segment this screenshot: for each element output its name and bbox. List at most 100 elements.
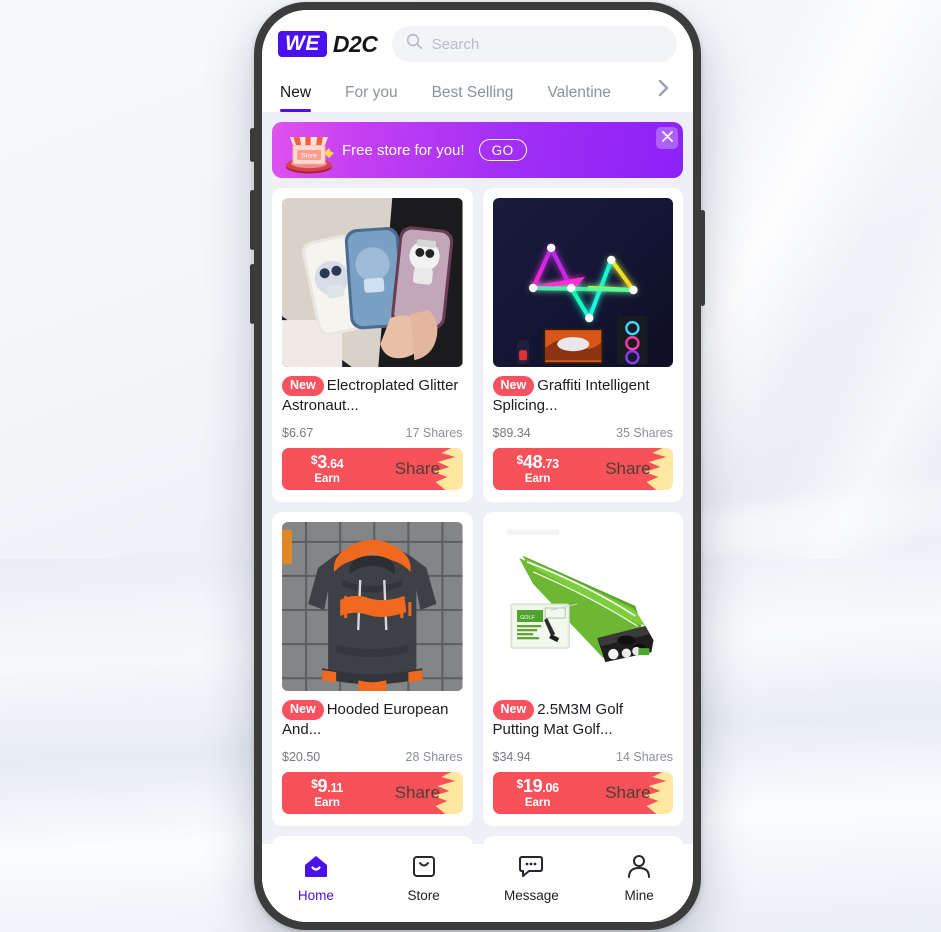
chevron-right-icon	[658, 79, 670, 102]
earn-cents: .64	[326, 457, 344, 471]
nav-item-store[interactable]: Store	[370, 854, 478, 903]
phone-volume-down-button	[250, 264, 255, 324]
nav-item-mine[interactable]: Mine	[585, 854, 693, 903]
store-bag-icon	[411, 854, 437, 883]
product-shares: 28 Shares	[405, 750, 463, 764]
product-image-golf-mat: GOLF	[492, 522, 673, 691]
product-shares: 35 Shares	[616, 426, 673, 440]
logo-text-d2c: D2C	[332, 30, 378, 57]
product-title: New Hooded European And...	[282, 700, 463, 741]
earn-share-button[interactable]: $9.11 Earn Share	[282, 772, 463, 814]
phone-silent-switch	[250, 128, 255, 162]
svg-text:Store: Store	[301, 153, 317, 160]
svg-text:GOLF: GOLF	[520, 615, 535, 621]
tab-valentine[interactable]: Valentine	[530, 84, 627, 112]
product-shares: 17 Shares	[405, 426, 463, 440]
product-image-phone-cases	[282, 198, 463, 367]
nav-label: Home	[297, 888, 334, 903]
earn-share-button[interactable]: $3.64 Earn Share	[282, 448, 463, 490]
earn-whole: 9	[317, 776, 328, 796]
promo-text: Free store for you!	[342, 141, 465, 159]
earn-share-button[interactable]: $19.06 Earn Share	[492, 772, 673, 814]
product-image-hoodie: XY	[282, 522, 463, 691]
svg-text:XY: XY	[368, 552, 376, 558]
share-label[interactable]: Share	[583, 459, 673, 479]
earn-label: Earn	[524, 473, 551, 485]
promo-go-button[interactable]: GO	[478, 139, 527, 161]
share-label[interactable]: Share	[372, 783, 462, 803]
nav-label: Message	[503, 888, 559, 903]
app-header: WE D2C Search New For you Best Selling V…	[262, 10, 693, 112]
tab-label: For you	[345, 84, 398, 101]
app-logo[interactable]: WE D2C	[278, 31, 378, 58]
earn-label: Earn	[314, 797, 340, 809]
close-icon	[661, 129, 673, 147]
earn-cents: .06	[542, 781, 559, 795]
search-input[interactable]: Search	[391, 26, 677, 62]
earn-cents: .73	[542, 457, 559, 471]
share-label[interactable]: Share	[583, 783, 673, 803]
new-badge: New	[282, 376, 324, 396]
earn-whole: 19	[522, 776, 543, 796]
earn-whole: 3	[317, 452, 327, 472]
earn-share-button[interactable]: $48.73 Earn Share	[492, 448, 673, 490]
earn-amount-block: $3.64 Earn	[282, 448, 372, 490]
product-price: $20.50	[282, 750, 321, 764]
tab-label: Best Selling	[431, 84, 514, 101]
product-title: New 2.5M3M Golf Putting Mat Golf...	[492, 700, 674, 741]
product-shares: 14 Shares	[616, 750, 673, 764]
new-badge: New	[492, 376, 535, 396]
category-tabs: New For you Best Selling Valentine	[278, 68, 677, 112]
phone-power-button	[700, 210, 705, 306]
earn-amount-block: $48.73 Earn	[493, 448, 583, 490]
promo-close-button[interactable]	[656, 127, 678, 149]
tabs-more-button[interactable]	[645, 78, 675, 102]
feed-content: Store Free store for you! GO New Electro…	[262, 112, 693, 922]
earn-amount-block: $9.11 Earn	[282, 772, 372, 814]
product-image-neon-lights	[492, 198, 673, 367]
earn-cents: .11	[327, 781, 344, 795]
new-badge: New	[492, 700, 535, 720]
tab-for-you[interactable]: For you	[328, 84, 415, 112]
product-meta: $20.50 28 Shares	[282, 750, 463, 764]
nav-item-home[interactable]: Home	[262, 854, 370, 903]
earn-amount: $9.11	[311, 777, 343, 795]
nav-item-message[interactable]: Message	[478, 854, 586, 903]
store-icon: Store	[280, 125, 338, 175]
new-badge: New	[282, 700, 324, 720]
phone-mockup: WE D2C Search New For you Best Selling V…	[250, 2, 705, 930]
earn-label: Earn	[314, 473, 340, 485]
earn-amount: $19.06	[516, 776, 559, 796]
earn-label: Earn	[524, 797, 551, 809]
earn-amount: $48.73	[516, 452, 559, 472]
product-grid: New Electroplated Glitter Astronaut... $6…	[272, 188, 683, 922]
product-card[interactable]: New Graffiti Intelligent Splicing... $89.…	[482, 188, 683, 502]
product-meta: $6.67 17 Shares	[282, 426, 463, 440]
share-label[interactable]: Share	[372, 459, 462, 479]
promo-banner[interactable]: Store Free store for you! GO	[272, 122, 683, 178]
product-meta: $89.34 35 Shares	[493, 426, 674, 440]
person-icon	[626, 854, 652, 883]
nav-label: Store	[407, 888, 440, 903]
logo-badge-we: WE	[278, 31, 327, 57]
product-card[interactable]: XY New Hooded European And... $20.50 28 …	[272, 512, 473, 826]
earn-whole: 48	[522, 452, 543, 472]
product-price: $89.34	[492, 426, 531, 440]
product-title: New Graffiti Intelligent Splicing...	[492, 376, 674, 417]
search-placeholder: Search	[431, 35, 480, 53]
product-card[interactable]: New Electroplated Glitter Astronaut... $6…	[272, 188, 473, 502]
tab-best-selling[interactable]: Best Selling	[415, 84, 531, 112]
earn-amount-block: $19.06 Earn	[493, 772, 583, 814]
bottom-navigation: Home Store Message Mine	[262, 844, 693, 922]
phone-volume-up-button	[250, 190, 255, 250]
tab-label: Valentine	[547, 84, 611, 101]
product-price: $34.94	[492, 750, 531, 764]
earn-amount: $3.64	[311, 453, 344, 471]
tab-new[interactable]: New	[278, 84, 328, 112]
home-icon	[303, 854, 329, 883]
product-title: New Electroplated Glitter Astronaut...	[282, 376, 463, 417]
tab-label: New	[280, 84, 312, 101]
product-card[interactable]: GOLF New 2.5M3M Golf Putting Mat Golf...…	[482, 512, 683, 826]
phone-screen: WE D2C Search New For you Best Selling V…	[262, 10, 693, 922]
product-price: $6.67	[282, 426, 314, 440]
